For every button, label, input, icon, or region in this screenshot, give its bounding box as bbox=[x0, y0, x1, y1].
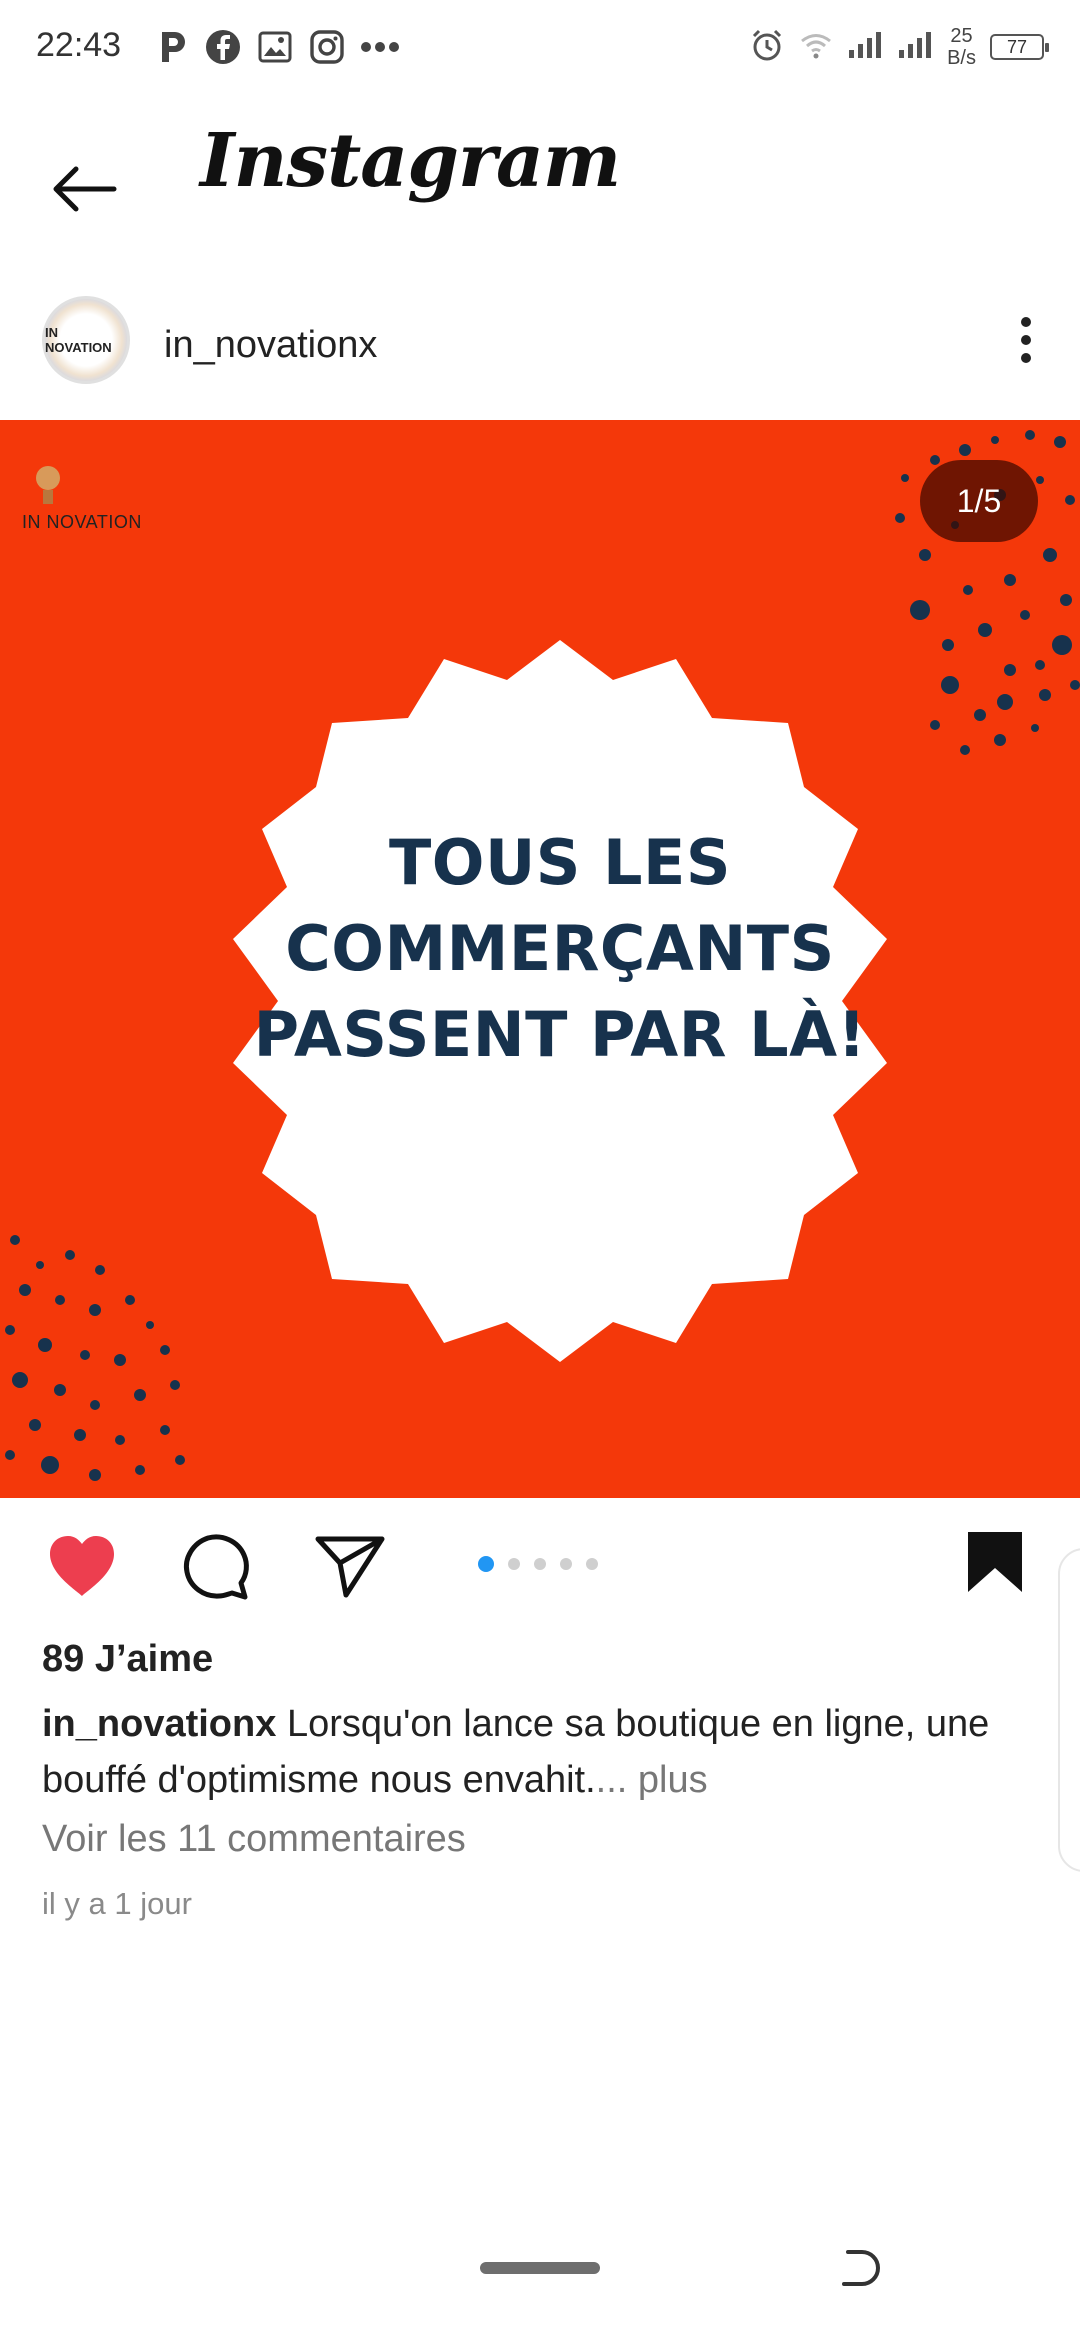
post-actions bbox=[0, 1506, 1080, 1626]
signal-icon bbox=[847, 30, 883, 65]
post-timestamp: il y a 1 jour bbox=[42, 1886, 192, 1921]
app-bar: Instagram bbox=[0, 96, 1080, 266]
carousel-dot bbox=[534, 1558, 546, 1570]
post-options-button[interactable] bbox=[998, 308, 1054, 372]
avatar-text: IN NOVATION bbox=[45, 325, 112, 355]
comment-button[interactable] bbox=[176, 1526, 256, 1606]
edge-panel-handle[interactable] bbox=[1058, 1548, 1080, 1872]
network-speed-value: 25 bbox=[950, 25, 973, 47]
comment-bubble-icon bbox=[183, 1534, 249, 1600]
alarm-icon bbox=[749, 27, 785, 68]
post-image[interactable]: IN NOVATION 1/5 TOUS LES COMMERÇANTS PAS… bbox=[0, 420, 1080, 1498]
system-status: 25 B/s 77 bbox=[749, 18, 1049, 76]
nav-back-button[interactable] bbox=[830, 2240, 886, 2296]
carousel-indicator bbox=[478, 1556, 598, 1572]
headline-line: TOUS LES bbox=[388, 826, 732, 899]
save-button[interactable] bbox=[960, 1524, 1030, 1600]
post-headline: TOUS LES COMMERÇANTS PASSENT PAR LÀ! bbox=[200, 820, 920, 1078]
view-comments-link[interactable]: Voir les 11 commentaires bbox=[42, 1818, 466, 1861]
headline-line: COMMERÇANTS bbox=[285, 912, 835, 985]
parking-p-icon bbox=[156, 28, 190, 66]
bookmark-icon bbox=[968, 1532, 1022, 1592]
heart-icon bbox=[50, 1536, 114, 1596]
back-arrow-icon bbox=[53, 166, 117, 212]
instagram-icon bbox=[308, 28, 346, 66]
like-button[interactable] bbox=[42, 1526, 122, 1606]
carousel-dot bbox=[560, 1558, 572, 1570]
app-title: Instagram bbox=[200, 118, 621, 204]
carousel-dot bbox=[586, 1558, 598, 1570]
status-bar: 22:43 25 B/s 77 bbox=[0, 0, 1080, 96]
facebook-icon bbox=[204, 28, 242, 66]
post-username[interactable]: in_novationx bbox=[164, 324, 377, 367]
post-header: IN NOVATION in_novationx bbox=[0, 290, 1080, 414]
carousel-dot-active bbox=[478, 1556, 494, 1572]
rotate-back-icon bbox=[842, 2250, 880, 2286]
network-speed-unit: B/s bbox=[947, 47, 976, 69]
notification-icons bbox=[156, 22, 400, 72]
carousel-dot bbox=[508, 1558, 520, 1570]
wifi-icon bbox=[799, 30, 833, 65]
home-gesture-bar[interactable] bbox=[480, 2262, 600, 2274]
like-count[interactable]: 89 J’aime bbox=[42, 1638, 213, 1681]
brand-watermark: IN NOVATION bbox=[22, 512, 142, 532]
network-speed: 25 B/s bbox=[947, 25, 976, 69]
post-caption: in_novationx Lorsqu'on lance sa boutique… bbox=[42, 1696, 1042, 1808]
gallery-icon bbox=[256, 28, 294, 66]
caption-username[interactable]: in_novationx bbox=[42, 1703, 276, 1745]
more-dots-icon bbox=[360, 41, 400, 53]
back-button[interactable] bbox=[46, 152, 120, 226]
battery-indicator: 77 bbox=[990, 34, 1049, 60]
signal-icon bbox=[897, 30, 933, 65]
dot-pattern-bottom-left bbox=[5, 1235, 185, 1481]
share-button[interactable] bbox=[310, 1526, 390, 1606]
status-time: 22:43 bbox=[36, 26, 122, 64]
kebab-menu-icon bbox=[1021, 317, 1031, 363]
image-counter: 1/5 bbox=[920, 460, 1038, 542]
avatar[interactable]: IN NOVATION bbox=[42, 296, 130, 384]
paper-plane-icon bbox=[315, 1536, 385, 1598]
caption-more-link[interactable]: ... plus bbox=[596, 1759, 708, 1801]
headline-line: PASSENT PAR LÀ! bbox=[253, 998, 867, 1071]
